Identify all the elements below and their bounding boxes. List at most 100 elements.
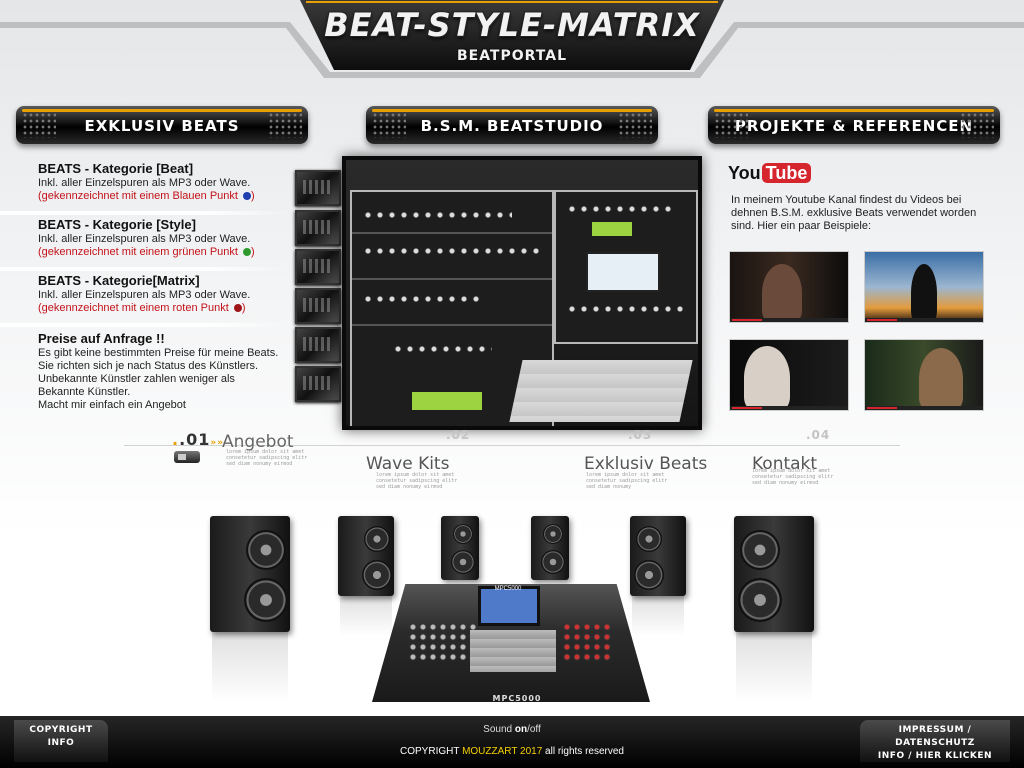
studio-thumbnail[interactable] [295,288,341,324]
youtube-description: In meinem Youtube Kanal findest du Video… [731,194,977,232]
studio-thumbnail[interactable] [295,327,341,363]
site-subtitle: BEATPORTAL [456,48,568,64]
video-thumbnail[interactable] [729,251,849,323]
speaker-reflection [632,596,684,636]
prices-block: Preise auf Anfrage !! Es gibt keine best… [38,331,298,412]
divider [0,211,290,215]
mpc-top-label: MPC5000 [494,586,522,592]
sound-off[interactable]: off [530,724,541,735]
studio-thumbnail[interactable] [295,210,341,246]
speaker [630,516,686,596]
nav-subtext: lorem ipsum dolor sit amet consetetur sa… [586,472,668,490]
studio-thumbnail[interactable] [295,170,341,206]
blue-dot-icon [243,192,252,200]
studio-thumbnail[interactable] [295,366,341,402]
speaker [210,516,290,632]
nav-wave-kits[interactable]: Wave Kits [366,454,449,474]
video-thumbnail[interactable] [864,251,984,323]
nav-subtext: lorem ipsum dolor sit amet consetetur sa… [752,468,834,486]
section-title: PROJEKTE & REFERENCEN [734,117,974,135]
prices-line: Sie richten sich je nach Status des Küns… [38,360,259,372]
site-title[interactable]: BEAT-STYLE-MATRIX [0,6,1024,44]
section-title: B.S.M. BEATSTUDIO [420,117,604,135]
artist-figure [919,348,963,410]
divider [0,323,290,327]
category-title: BEATS - Kategorie[Matrix] [38,273,200,288]
artist-figure [762,264,802,322]
impressum-button[interactable]: IMPRESSUM / DATENSCHUTZ INFO / HIER KLIC… [860,720,1010,762]
divider [0,267,290,271]
copyright-info-button[interactable]: COPYRIGHT INFO [14,720,108,762]
video-thumbnail[interactable] [864,339,984,411]
rack-knobs [362,208,512,222]
studio-thumbnail[interactable] [295,249,341,285]
youtube-logo[interactable]: You Tube [728,162,812,184]
copyright-text: COPYRIGHT MOUZZART 2017 all rights reser… [400,746,624,757]
category-note: (gekennzeichnet mit einem Blauen Punkt ) [38,190,255,202]
nav-number: ..01»» [172,430,225,449]
section-title: EXKLUSIV BEATS [84,117,240,135]
category-beat[interactable]: BEATS - Kategorie [Beat] Inkl. aller Ein… [38,161,298,203]
artist-figure [911,264,937,322]
rack-knobs [362,292,482,306]
prices-line: Bekannte Künstler. [38,386,131,398]
video-progress [730,406,848,410]
category-desc: Inkl. aller Einzelspuren als MP3 oder Wa… [38,289,251,301]
speaker [531,516,569,580]
category-note: (gekennzeichnet mit einem roten Punkt ) [38,302,246,314]
category-desc: Inkl. aller Einzelspuren als MP3 oder Wa… [38,233,251,245]
red-dot-icon [233,304,242,312]
sound-toggle[interactable]: Sound on/off [420,724,604,735]
dot-pattern [714,112,748,138]
category-title: BEATS - Kategorie [Beat] [38,161,194,176]
green-dot-icon [243,248,252,256]
video-progress [730,318,848,322]
dot-pattern [618,112,652,138]
category-desc: Inkl. aller Einzelspuren als MP3 oder Wa… [38,177,251,189]
category-matrix[interactable]: BEATS - Kategorie[Matrix] Inkl. aller Ei… [38,273,298,315]
speaker [338,516,394,596]
speaker [734,516,814,632]
mpc-model-label: MPC5000 [492,694,542,703]
section-header-exklusiv-beats: EXKLUSIV BEATS [16,106,308,144]
mpc-knobs [408,622,478,662]
nav-subtext: lorem ipsum dolor sit amet consetetur sa… [226,449,308,467]
speaker-reflection [736,632,812,702]
dot-pattern [22,112,56,138]
category-style[interactable]: BEATS - Kategorie [Style] Inkl. aller Ei… [38,217,298,259]
prices-title: Preise auf Anfrage !! [38,331,165,346]
prices-line: Unbekannte Künstler zahlen weniger als [38,373,235,385]
dot-pattern [960,112,994,138]
nav-number: .02 [446,428,471,442]
section-header-beatstudio: B.S.M. BEATSTUDIO [366,106,658,144]
nav-play-button[interactable] [174,451,200,463]
top-banner: BEAT-STYLE-MATRIX BEATPORTAL [0,0,1024,80]
video-progress [865,318,983,322]
drum-pads [509,360,693,422]
speaker-reflection [340,596,392,636]
rack-right [554,190,698,344]
studio-photo [342,156,702,430]
prices-line: Es gibt keine bestimmten Preise für mein… [38,347,279,359]
nav-exklusiv-beats[interactable]: Exklusiv Beats [584,454,707,474]
rack-knobs [362,244,542,258]
dot-pattern [372,112,406,138]
mpc-pads [470,630,556,672]
speaker [441,516,479,580]
nav-subtext: lorem ipsum dolor sit amet consetetur sa… [376,472,458,490]
category-note: (gekennzeichnet mit einem grünen Punkt ) [38,246,255,258]
prices-line: Macht mir einfach ein Angebot [38,399,186,411]
rack-knobs [392,342,492,356]
video-progress [865,406,983,410]
rack-knobs [566,302,686,316]
dot-pattern [268,112,302,138]
artist-figure [744,346,790,410]
video-thumbnail[interactable] [729,339,849,411]
sound-on[interactable]: on [515,724,527,735]
nav-number: .04 [806,428,831,442]
mpc-buttons [562,622,612,662]
section-header-projekte: PROJEKTE & REFERENCEN [708,106,1000,144]
speaker-reflection [212,632,288,702]
mpc-screen [478,586,540,626]
nav-number: .03 [628,428,653,442]
